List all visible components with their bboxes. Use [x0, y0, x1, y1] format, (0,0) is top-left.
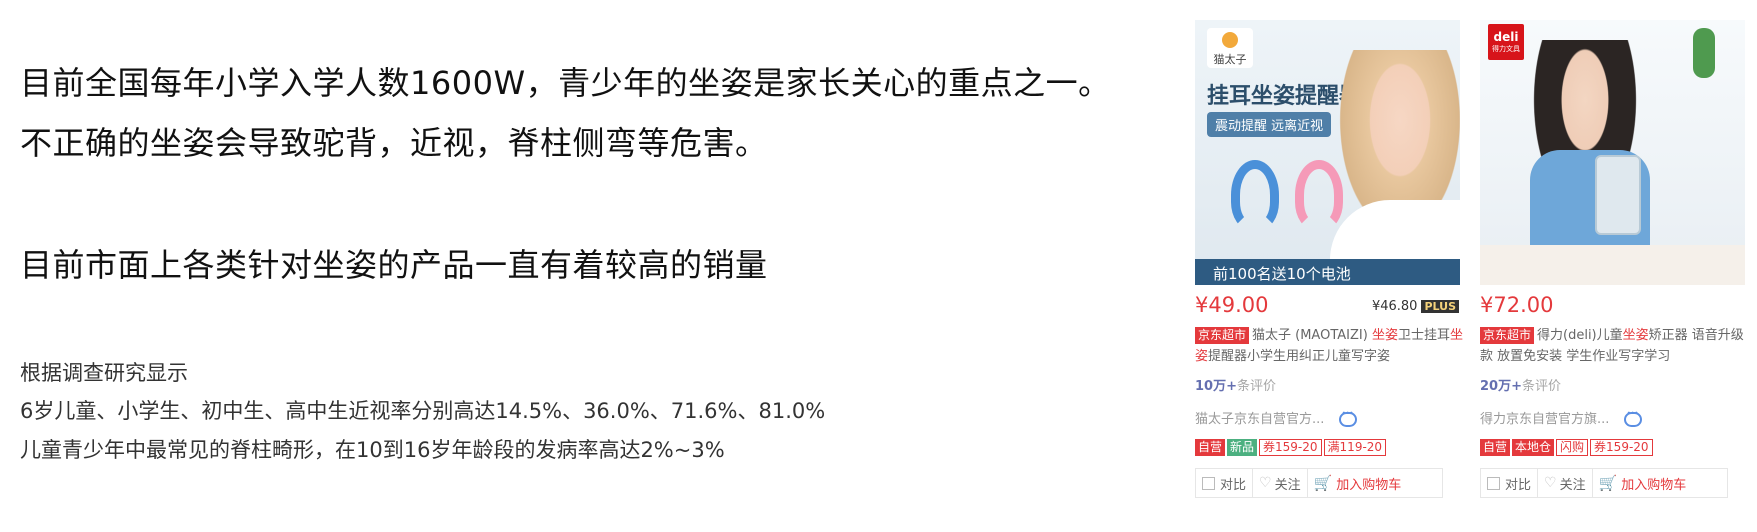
- cart-icon: 🛒: [1313, 474, 1333, 492]
- shop-link[interactable]: 猫太子京东自营官方...: [1195, 408, 1467, 427]
- image-bottom-banner: 前100名送10个电池: [1195, 259, 1460, 285]
- cart-icon: 🛒: [1598, 474, 1618, 492]
- plus-price-block: ¥46.80 PLUS: [1372, 299, 1459, 314]
- add-to-cart-button[interactable]: 🛒 加入购物车: [1308, 469, 1408, 497]
- tag-self-operated: 自营: [1195, 439, 1226, 456]
- heart-icon: ♡: [1544, 475, 1557, 491]
- headline-hazards: 不正确的坐姿会导致驼背，近视，脊柱侧弯等危害。: [20, 124, 768, 162]
- product-image[interactable]: deli 得力文具: [1480, 20, 1745, 285]
- shop-link[interactable]: 得力京东自营官方旗...: [1480, 408, 1752, 427]
- promo-tags: 自营 本地仓 闪购 券159-20: [1480, 439, 1752, 456]
- plus-badge: PLUS: [1421, 300, 1459, 313]
- add-to-cart-button[interactable]: 🛒 加入购物车: [1593, 469, 1693, 497]
- price: ¥49.00: [1195, 293, 1269, 317]
- chat-icon[interactable]: [1623, 409, 1642, 427]
- headline-market: 目前市面上各类针对坐姿的产品一直有着较高的销量: [20, 246, 768, 284]
- tag-coupon: 券159-20: [1590, 439, 1653, 456]
- brand-name: 猫太子: [1213, 53, 1247, 66]
- product-card[interactable]: 猫太子 挂耳坐姿提醒器 震动提醒 远离近视 前100名送10个电池 ¥49.00…: [1195, 20, 1467, 530]
- cactus-decoration: [1693, 28, 1715, 78]
- tag-discount: 满119-20: [1323, 439, 1387, 456]
- posture-device: [1595, 155, 1641, 235]
- comment-count[interactable]: 20万+条评价: [1480, 375, 1752, 394]
- heart-icon: ♡: [1259, 475, 1272, 491]
- jd-supermarket-tag: 京东超市: [1195, 327, 1250, 344]
- image-banner: 震动提醒 远离近视: [1207, 112, 1332, 137]
- compare-button[interactable]: 对比: [1196, 469, 1254, 497]
- compare-button[interactable]: 对比: [1481, 469, 1539, 497]
- headline-enrollment: 目前全国每年小学入学人数1600W，青少年的坐姿是家长关心的重点之一。: [20, 64, 1111, 102]
- checkbox-icon[interactable]: [1202, 476, 1215, 490]
- product-title[interactable]: 京东超市 猫太子 (MAOTAIZI) 坐姿卫士挂耳坐姿提醒器小学生用纠正儿童写字…: [1195, 325, 1467, 369]
- product-card[interactable]: deli 得力文具 ¥72.00 京东超市 得力(deli)儿童坐姿矫正器 语音升…: [1480, 20, 1752, 530]
- price: ¥72.00: [1480, 293, 1554, 317]
- price-row: ¥49.00 ¥46.80 PLUS: [1195, 289, 1467, 319]
- research-intro: 根据调查研究显示: [20, 361, 188, 385]
- research-myopia-rates: 6岁儿童、小学生、初中生、高中生近视率分别高达14.5%、36.0%、71.6%…: [20, 399, 826, 423]
- comment-count[interactable]: 10万+条评价: [1195, 375, 1467, 394]
- tag-new: 新品: [1227, 439, 1258, 456]
- tag-self-operated: 自营: [1480, 439, 1511, 456]
- promo-tags: 自营 新品 券159-20 满119-20: [1195, 439, 1467, 456]
- tag-coupon: 券159-20: [1259, 439, 1322, 456]
- follow-button[interactable]: ♡ 关注: [1253, 469, 1308, 497]
- blue-ear-hook: [1231, 160, 1279, 230]
- card-actions: 对比 ♡ 关注 🛒 加入购物车: [1480, 468, 1728, 498]
- brand-logo: deli 得力文具: [1488, 24, 1524, 60]
- price-row: ¥72.00: [1480, 289, 1752, 319]
- plus-price: ¥46.80: [1371, 299, 1418, 314]
- tag-flash-sale: 闪购: [1556, 439, 1589, 456]
- follow-button[interactable]: ♡ 关注: [1538, 469, 1593, 497]
- product-image[interactable]: 猫太子 挂耳坐姿提醒器 震动提醒 远离近视 前100名送10个电池: [1195, 20, 1460, 285]
- tag-local-warehouse: 本地仓: [1512, 439, 1555, 456]
- card-actions: 对比 ♡ 关注 🛒 加入购物车: [1195, 468, 1443, 498]
- research-spine-rates: 儿童青少年中最常见的脊柱畸形，在10到16岁年龄段的发病率高达2%~3%: [20, 438, 725, 462]
- checkbox-icon[interactable]: [1487, 476, 1500, 490]
- chat-icon[interactable]: [1338, 409, 1357, 427]
- product-title[interactable]: 京东超市 得力(deli)儿童坐姿矫正器 语音升级款 放置免安装 学生作业写字学习: [1480, 325, 1752, 369]
- brand-logo: 猫太子: [1207, 28, 1253, 68]
- jd-supermarket-tag: 京东超市: [1480, 327, 1535, 344]
